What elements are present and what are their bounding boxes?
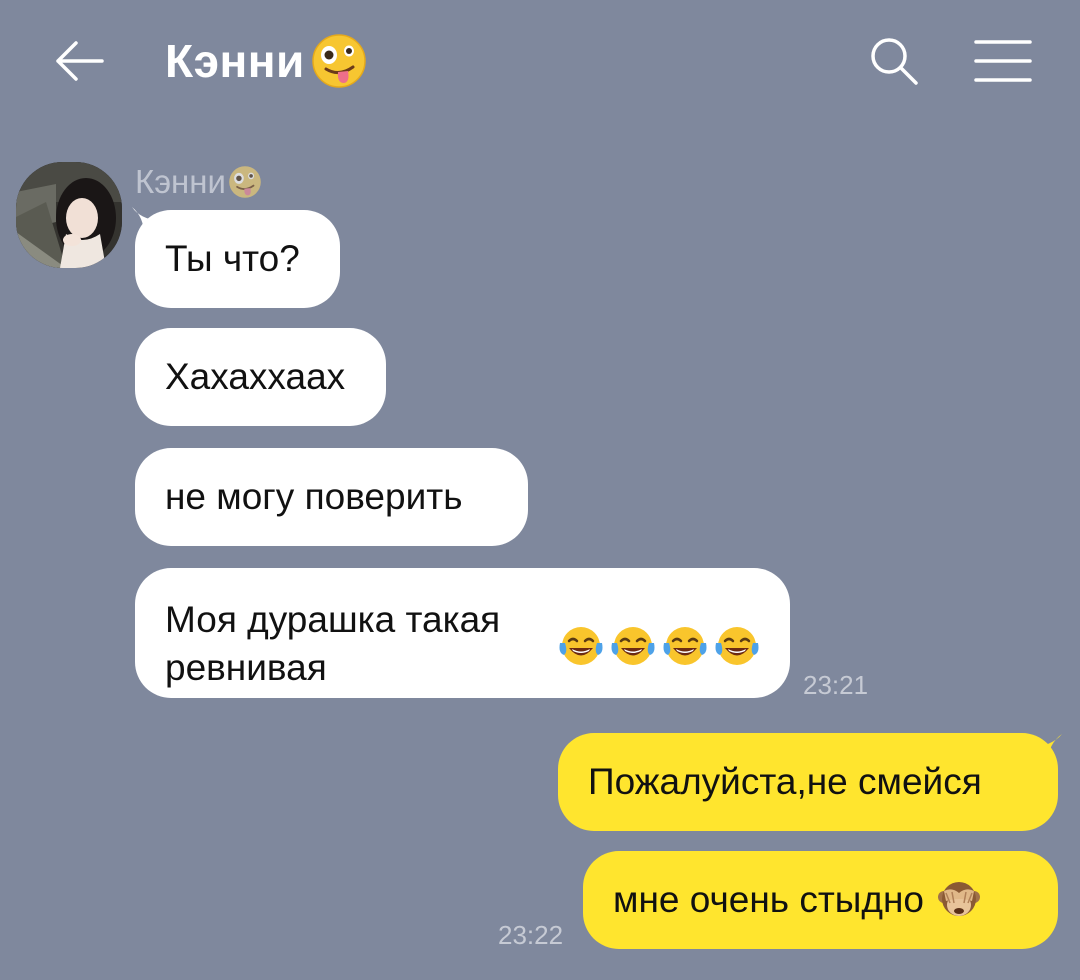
message-text: мне очень стыдно bbox=[613, 879, 924, 920]
tears-of-joy-emoji bbox=[663, 627, 707, 665]
sender-name: Кэнни bbox=[135, 163, 226, 200]
chat-screen: Кэнни Кэнни Ты что? Хахаххаах не могу по… bbox=[0, 0, 1080, 980]
chat-title-group[interactable]: Кэнни bbox=[165, 30, 367, 92]
incoming-message[interactable]: Моя дурашка такая ревнивая bbox=[135, 568, 790, 698]
avatar-photo bbox=[16, 162, 122, 268]
message-text: Ты что? bbox=[165, 238, 300, 279]
chat-header: Кэнни bbox=[0, 0, 1080, 125]
menu-button[interactable] bbox=[972, 38, 1034, 84]
hamburger-menu-icon bbox=[974, 40, 1032, 82]
tears-of-joy-emoji bbox=[559, 627, 603, 665]
sender-name-row: Кэнни bbox=[135, 162, 262, 202]
back-button[interactable] bbox=[52, 35, 108, 87]
incoming-message[interactable]: Хахаххаах bbox=[135, 328, 386, 426]
search-icon bbox=[871, 38, 918, 85]
emoji-row bbox=[558, 625, 760, 667]
chat-title: Кэнни bbox=[165, 35, 305, 87]
contact-avatar[interactable] bbox=[16, 162, 122, 268]
zany-face-emoji bbox=[229, 166, 261, 198]
search-button[interactable] bbox=[866, 33, 922, 89]
message-text: Пожалуйста,не смейся bbox=[588, 761, 982, 802]
message-text: Моя дурашка такая ревнивая bbox=[165, 599, 501, 688]
see-no-evil-monkey-emoji bbox=[937, 882, 980, 916]
arrow-left-icon bbox=[56, 41, 104, 81]
incoming-message[interactable]: не могу поверить bbox=[135, 448, 528, 546]
tears-of-joy-emoji bbox=[715, 627, 759, 665]
message-timestamp: 23:22 bbox=[498, 920, 564, 950]
message-text: Хахаххаах bbox=[165, 356, 346, 397]
outgoing-message[interactable]: мне очень стыдно bbox=[583, 851, 1058, 949]
incoming-message[interactable]: Ты что? bbox=[135, 210, 340, 308]
tears-of-joy-emoji bbox=[611, 627, 655, 665]
outgoing-message[interactable]: Пожалуйста,не смейся bbox=[558, 733, 1058, 831]
message-text: не могу поверить bbox=[165, 476, 463, 517]
zany-face-emoji bbox=[312, 34, 366, 88]
message-timestamp: 23:21 bbox=[803, 670, 869, 700]
